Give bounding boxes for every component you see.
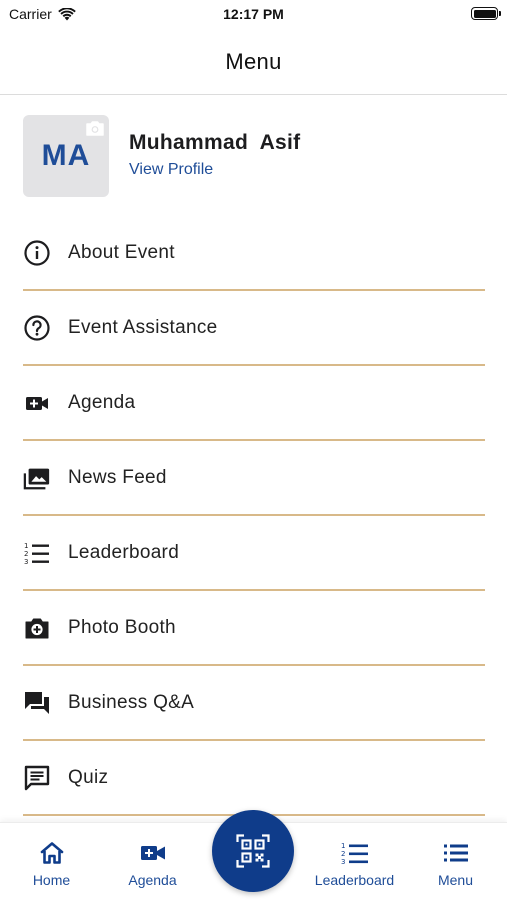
numbered-list-icon: 1 2 3 (23, 539, 51, 567)
help-icon (23, 314, 51, 342)
tab-label: Menu (437, 872, 474, 888)
menu-item-label: Leaderboard (68, 541, 180, 563)
forum-icon (23, 689, 51, 717)
qr-scan-icon (236, 834, 270, 868)
nav-header: Menu (0, 30, 507, 95)
menu-item-event-assistance[interactable]: Event Assistance (23, 291, 485, 366)
menu-item-leaderboard[interactable]: 1 2 3 Leaderboard (23, 516, 485, 591)
profile-name: Muhammad Asif (129, 131, 301, 154)
status-time: 12:17 PM (223, 6, 284, 22)
svg-text:3: 3 (341, 858, 345, 866)
menu-item-label: Event Assistance (68, 316, 218, 338)
tab-label: Home (32, 872, 71, 888)
menu-item-label: Quiz (68, 766, 109, 788)
avatar-initials: MA (41, 139, 91, 172)
tab-label: Agenda (128, 872, 177, 888)
menu-item-photo-booth[interactable]: Photo Booth (23, 591, 485, 666)
video-camera-icon (140, 840, 166, 866)
menu-item-label: Business Q&A (68, 691, 195, 713)
menu-item-label: About Event (68, 241, 175, 263)
video-camera-icon (23, 389, 51, 417)
avatar[interactable]: MA (23, 115, 109, 197)
home-icon (39, 840, 65, 866)
tab-agenda[interactable]: Agenda (102, 823, 203, 893)
tab-leaderboard[interactable]: 1 2 3 Leaderboard (304, 823, 405, 893)
menu-item-about-event[interactable]: About Event (23, 216, 485, 291)
svg-text:1: 1 (24, 542, 28, 550)
camera-icon[interactable] (85, 120, 105, 137)
tab-label: Leaderboard (314, 872, 395, 888)
profile-section: MA Muhammad Asif View Profile (23, 115, 485, 197)
svg-text:1: 1 (341, 842, 345, 850)
photo-library-icon (23, 464, 51, 492)
qr-scan-button[interactable] (212, 810, 294, 892)
view-profile-link[interactable]: View Profile (129, 161, 213, 179)
menu-item-business-qa[interactable]: Business Q&A (23, 666, 485, 741)
menu-item-news-feed[interactable]: News Feed (23, 441, 485, 516)
camera-plus-icon (23, 614, 51, 642)
tab-home[interactable]: Home (1, 823, 102, 893)
status-bar: Carrier 12:17 PM (0, 0, 507, 30)
menu-item-label: Photo Booth (68, 616, 176, 638)
menu-list-icon (443, 840, 469, 866)
battery-icon (471, 7, 501, 20)
menu-list: About Event Event Assistance Agenda News… (23, 216, 485, 816)
tab-menu[interactable]: Menu (405, 823, 506, 893)
svg-text:2: 2 (24, 550, 28, 558)
message-text-icon (23, 764, 51, 792)
page-title: Menu (225, 49, 282, 74)
menu-item-quiz[interactable]: Quiz (23, 741, 485, 816)
menu-item-label: News Feed (68, 466, 167, 488)
info-icon (23, 239, 51, 267)
menu-item-agenda[interactable]: Agenda (23, 366, 485, 441)
svg-text:3: 3 (24, 558, 28, 566)
svg-text:2: 2 (341, 850, 345, 858)
menu-item-label: Agenda (68, 391, 136, 413)
numbered-list-icon: 1 2 3 (341, 840, 369, 866)
